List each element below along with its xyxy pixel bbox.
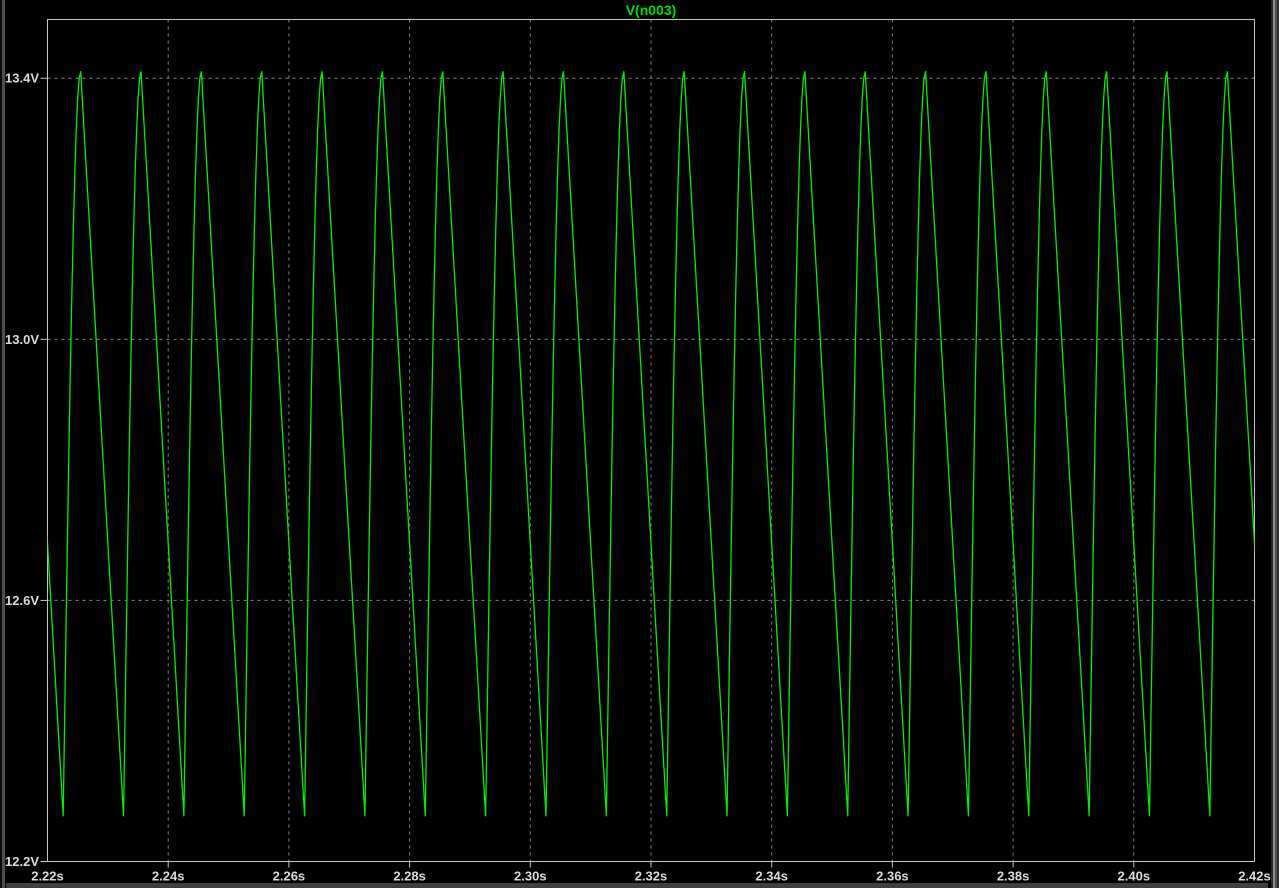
x-tick-label: 2.42s <box>1238 869 1271 884</box>
x-tick-label: 2.36s <box>876 869 909 884</box>
x-tick-label: 2.32s <box>635 869 668 884</box>
x-tick-label: 2.24s <box>152 869 185 884</box>
waveform-viewer-window: V(n003) 2.22s 2.24s 2.26s 2.28s 2.30s 2.32s 2.… <box>0 0 1279 888</box>
y-tick-label: 12.6V <box>5 593 39 608</box>
x-tick-label: 2.40s <box>1118 869 1151 884</box>
x-tick-label: 2.22s <box>31 869 64 884</box>
y-tick-label: 13.4V <box>5 71 39 86</box>
y-tick-label: 12.2V <box>5 854 39 869</box>
waveform-trace <box>3 72 1279 816</box>
x-tick-label: 2.30s <box>514 869 547 884</box>
plot-title: V(n003) <box>626 2 677 18</box>
x-tick-label: 2.34s <box>755 869 788 884</box>
plot-svg[interactable]: V(n003) 2.22s 2.24s 2.26s 2.28s 2.30s 2.32s 2.… <box>0 0 1279 888</box>
x-tick-label: 2.28s <box>393 869 426 884</box>
trace-layer <box>3 72 1279 816</box>
x-tick-label: 2.38s <box>997 869 1030 884</box>
x-tick-label: 2.26s <box>273 869 306 884</box>
grid-layer <box>48 20 1255 862</box>
y-tick-label: 13.0V <box>5 332 39 347</box>
